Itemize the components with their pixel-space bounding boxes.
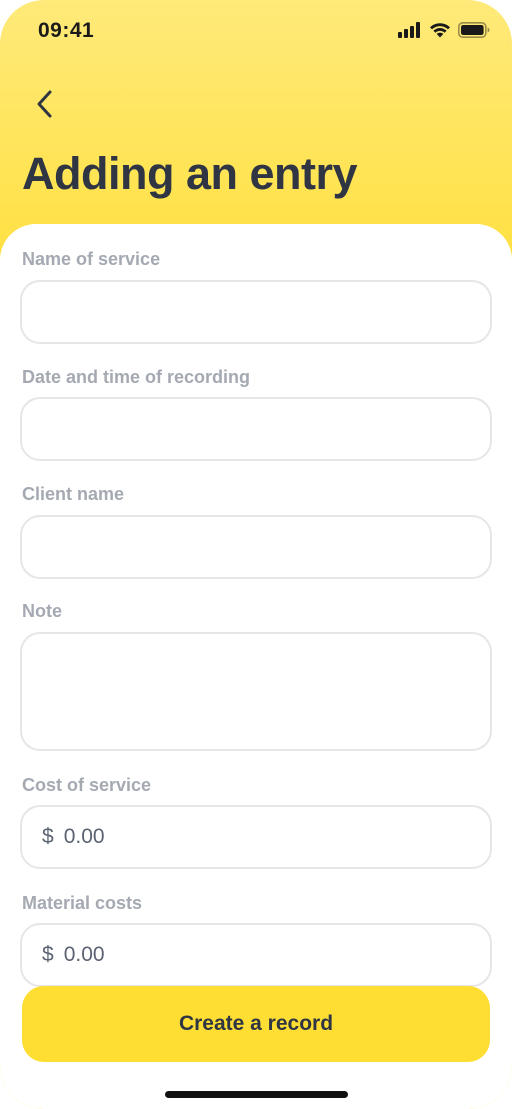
status-time: 09:41 (38, 19, 95, 42)
client-name-field[interactable] (20, 515, 492, 579)
material-costs-field[interactable]: $ (20, 923, 492, 987)
client-name-input[interactable] (22, 517, 490, 577)
page-title: Adding an entry (22, 148, 358, 199)
service-name-label: Name of service (22, 249, 161, 269)
currency-symbol: $ (42, 825, 54, 848)
home-indicator (165, 1091, 348, 1098)
chevron-left-icon (37, 90, 52, 118)
currency-symbol: $ (42, 943, 54, 966)
status-bar: 09:41 (0, 0, 512, 60)
cellular-signal-icon (398, 22, 420, 38)
note-label: Note (22, 601, 62, 621)
status-icons (398, 22, 490, 38)
service-name-input[interactable] (22, 282, 490, 342)
note-textarea[interactable] (22, 634, 490, 749)
phone-screen: 09:41 Adding an entry Name of service Da… (0, 0, 512, 1109)
wifi-icon (430, 23, 450, 38)
datetime-input[interactable] (22, 399, 490, 459)
service-cost-field[interactable]: $ (20, 805, 492, 869)
note-field[interactable] (20, 632, 492, 751)
back-button[interactable] (28, 86, 60, 122)
client-name-label: Client name (22, 484, 125, 504)
create-record-button[interactable]: Create a record (22, 986, 490, 1062)
service-cost-input[interactable] (63, 807, 490, 867)
material-costs-label: Material costs (22, 893, 143, 913)
service-cost-label: Cost of service (22, 775, 152, 795)
datetime-label: Date and time of recording (22, 367, 251, 387)
battery-icon (458, 22, 490, 38)
datetime-field[interactable] (20, 397, 492, 461)
service-name-field[interactable] (20, 280, 492, 344)
material-costs-input[interactable] (63, 925, 490, 985)
